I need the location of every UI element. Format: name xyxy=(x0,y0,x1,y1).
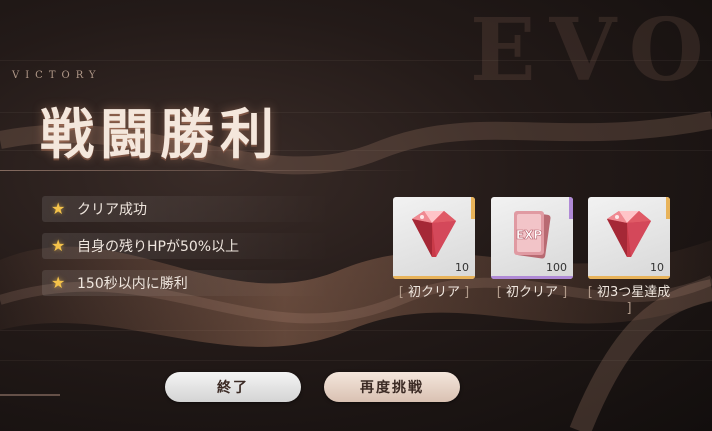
reward-item[interactable]: EXP 100 xyxy=(491,197,573,279)
bottom-accent-line xyxy=(0,394,60,396)
reward-item[interactable]: 10 xyxy=(588,197,670,279)
end-button[interactable]: 終了 xyxy=(165,372,301,402)
objective-text: 自身の残りHPが50%以上 xyxy=(77,239,240,255)
red-gem-icon xyxy=(402,207,464,263)
star-icon: ★ xyxy=(51,199,66,218)
retry-button[interactable]: 再度挑戦 xyxy=(324,372,460,402)
page-title: 戦闘勝利 xyxy=(40,102,280,166)
star-icon: ★ xyxy=(51,236,66,255)
exp-text: EXP xyxy=(516,228,542,242)
title-divider xyxy=(0,170,420,171)
star-icon: ★ xyxy=(51,273,66,292)
reward-label: [ 初3つ星達成 ] xyxy=(587,285,671,316)
reward-quantity: 10 xyxy=(455,261,469,274)
objective-item: ★ クリア成功 xyxy=(42,196,332,222)
exp-card-icon: EXP xyxy=(500,207,562,263)
objective-text: 150秒以内に勝利 xyxy=(77,276,188,292)
reward-label: [ 初クリア ] xyxy=(496,285,568,300)
reward-item[interactable]: 10 xyxy=(393,197,475,279)
red-gem-icon xyxy=(597,207,659,263)
objective-item: ★ 自身の残りHPが50%以上 xyxy=(42,233,332,259)
reward-quantity: 10 xyxy=(650,261,664,274)
victory-screen: EVO VICTORY 戦闘勝利 ★ クリア成功 ★ 自身の残りHPが50%以上… xyxy=(0,0,712,431)
objective-text: クリア成功 xyxy=(77,202,147,218)
reward-quantity: 100 xyxy=(546,261,567,274)
victory-label: VICTORY xyxy=(12,70,102,81)
reward-label: [ 初クリア ] xyxy=(398,285,470,300)
objective-item: ★ 150秒以内に勝利 xyxy=(42,270,332,296)
